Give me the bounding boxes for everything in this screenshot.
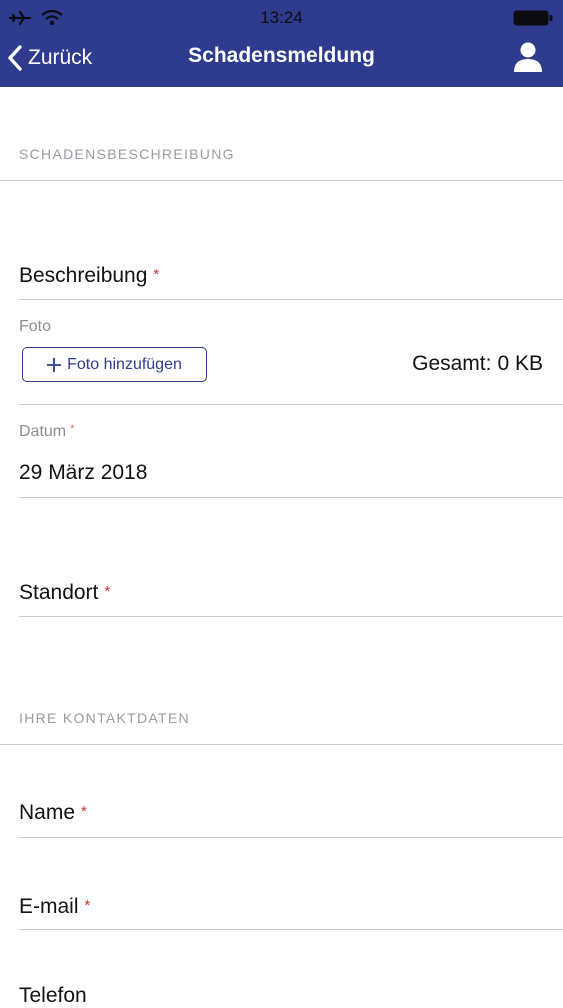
- name-field[interactable]: Name *: [19, 801, 87, 825]
- divider: [19, 929, 563, 930]
- section-header-contact: IHRE KONTAKTDATEN: [19, 710, 190, 726]
- status-time: 13:24: [260, 8, 303, 27]
- email-field[interactable]: E-mail *: [19, 895, 90, 919]
- location-label: Standort: [19, 581, 99, 604]
- total-size-label: Gesamt:: [412, 352, 492, 375]
- description-field[interactable]: Beschreibung *: [19, 264, 159, 288]
- nav-bar: Zurück Schadensmeldung: [0, 36, 563, 87]
- battery-icon: [513, 10, 553, 26]
- add-photo-label: Foto hinzufügen: [67, 355, 182, 373]
- required-mark: *: [81, 803, 87, 820]
- profile-icon[interactable]: [511, 40, 545, 74]
- required-mark: *: [84, 897, 91, 914]
- phone-field[interactable]: Telefon: [19, 984, 87, 1008]
- app-header: 13:24 Zurück Schadensmeldung: [0, 0, 563, 87]
- date-label: Datum *: [19, 423, 74, 441]
- total-size: Gesamt: 0 KB: [412, 352, 543, 376]
- plus-icon: [47, 357, 62, 372]
- location-field[interactable]: Standort *: [19, 581, 110, 605]
- divider: [19, 616, 563, 617]
- name-label: Name: [19, 801, 76, 824]
- required-mark: *: [153, 266, 160, 283]
- required-mark: *: [104, 583, 111, 600]
- divider: [19, 837, 563, 838]
- section-header-damage: SCHADENSBESCHREIBUNG: [19, 146, 235, 162]
- divider: [0, 180, 563, 181]
- phone-label: Telefon: [19, 984, 87, 1007]
- date-label-text: Datum: [19, 423, 67, 440]
- divider: [0, 744, 563, 745]
- divider: [19, 497, 563, 498]
- add-photo-button[interactable]: Foto hinzufügen: [22, 347, 207, 382]
- status-bar: 13:24: [0, 0, 563, 36]
- photo-label: Foto: [19, 318, 52, 335]
- date-field[interactable]: 29 März 2018: [19, 461, 147, 485]
- divider: [19, 299, 563, 300]
- divider: [19, 404, 563, 405]
- page-title: Schadensmeldung: [188, 44, 375, 67]
- email-label: E-mail: [19, 895, 79, 918]
- description-label: Beschreibung: [19, 264, 148, 287]
- required-mark: *: [70, 423, 75, 435]
- total-size-value: 0 KB: [497, 352, 543, 375]
